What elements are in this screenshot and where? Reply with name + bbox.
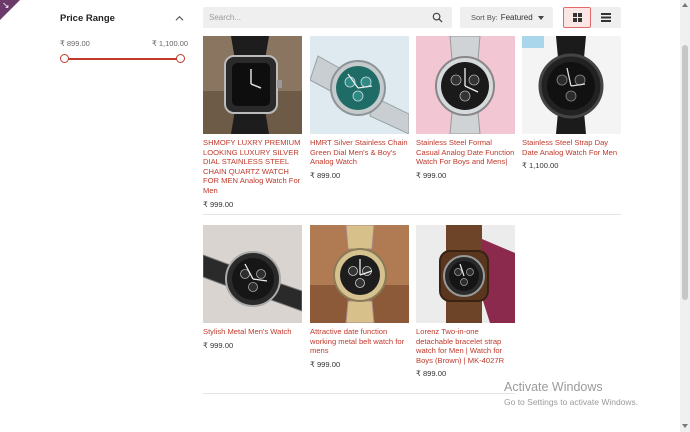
product-card[interactable]: Stainless Steel Formal Casual Analog Dat… (416, 36, 515, 180)
product-image[interactable] (416, 225, 515, 323)
price-min-label: ₹ 899.00 (60, 39, 90, 48)
scroll-down-arrow-icon[interactable] (682, 424, 688, 428)
product-name[interactable]: Stainless Steel Strap Day Date Analog Wa… (522, 138, 621, 157)
product-card[interactable]: SHMOFY LUXRY PREMIUM LOOKING LUXURY SILV… (203, 36, 302, 209)
product-image[interactable] (203, 36, 302, 134)
search-input[interactable] (203, 7, 413, 28)
product-image[interactable] (522, 36, 621, 134)
page: ↘ Price Range ₹ 899.00 ₹ 1,100.00 Sort B… (0, 0, 680, 432)
product-name[interactable]: Stylish Metal Men's Watch (203, 327, 302, 337)
price-max-label: ₹ 1,100.00 (152, 39, 189, 48)
search-box (203, 7, 452, 28)
row-divider (203, 214, 621, 215)
scroll-up-arrow-icon[interactable] (682, 3, 688, 7)
product-price: ₹ 899.00 (416, 369, 447, 379)
product-image[interactable] (310, 36, 409, 134)
chevron-up-icon[interactable] (175, 14, 184, 23)
product-name[interactable]: HMRT Silver Stainless Chain Green Dial M… (310, 138, 409, 167)
activate-windows-subtitle: Go to Settings to activate Windows. (504, 397, 639, 407)
product-image[interactable] (203, 225, 302, 323)
activate-windows-title: Activate Windows (504, 380, 603, 394)
product-image[interactable] (416, 36, 515, 134)
product-card[interactable]: Lorenz Two-in-one detachable bracelet st… (416, 225, 515, 378)
scrollbar-thumb[interactable] (682, 45, 688, 300)
product-price: ₹ 999.00 (203, 340, 234, 350)
product-card[interactable]: Stylish Metal Men's Watch ₹ 999.00 (203, 225, 302, 350)
list-icon (601, 13, 611, 22)
product-name[interactable]: Attractive date function working metal b… (310, 327, 409, 356)
price-range-title: Price Range (60, 13, 115, 24)
product-name[interactable]: Stainless Steel Formal Casual Analog Dat… (416, 138, 515, 167)
caret-down-icon (537, 15, 544, 20)
product-card[interactable]: Stainless Steel Strap Day Date Analog Wa… (522, 36, 621, 170)
price-slider-track[interactable] (64, 58, 180, 60)
search-icon[interactable] (432, 12, 443, 23)
corner-icon: ↘ (2, 0, 10, 10)
product-price: ₹ 1,100.00 (522, 161, 559, 171)
product-price: ₹ 999.00 (310, 359, 341, 369)
product-image[interactable] (310, 225, 409, 323)
sort-dropdown[interactable]: Sort By: Featured (460, 7, 553, 28)
product-price: ₹ 899.00 (310, 170, 341, 180)
grid-view-button[interactable] (563, 7, 591, 28)
sort-value: Featured (500, 13, 533, 22)
price-slider-min-handle[interactable] (60, 54, 69, 63)
product-price: ₹ 999.00 (203, 199, 234, 209)
product-card[interactable]: HMRT Silver Stainless Chain Green Dial M… (310, 36, 409, 180)
row-divider (203, 393, 515, 394)
grid-icon (572, 13, 582, 22)
product-card[interactable]: Attractive date function working metal b… (310, 225, 409, 369)
price-slider-max-handle[interactable] (176, 54, 185, 63)
product-price: ₹ 999.00 (416, 170, 447, 180)
product-name[interactable]: SHMOFY LUXRY PREMIUM LOOKING LUXURY SILV… (203, 138, 302, 196)
product-name[interactable]: Lorenz Two-in-one detachable bracelet st… (416, 327, 515, 365)
list-view-button[interactable] (591, 7, 621, 28)
sort-prefix: Sort By: (471, 13, 498, 22)
